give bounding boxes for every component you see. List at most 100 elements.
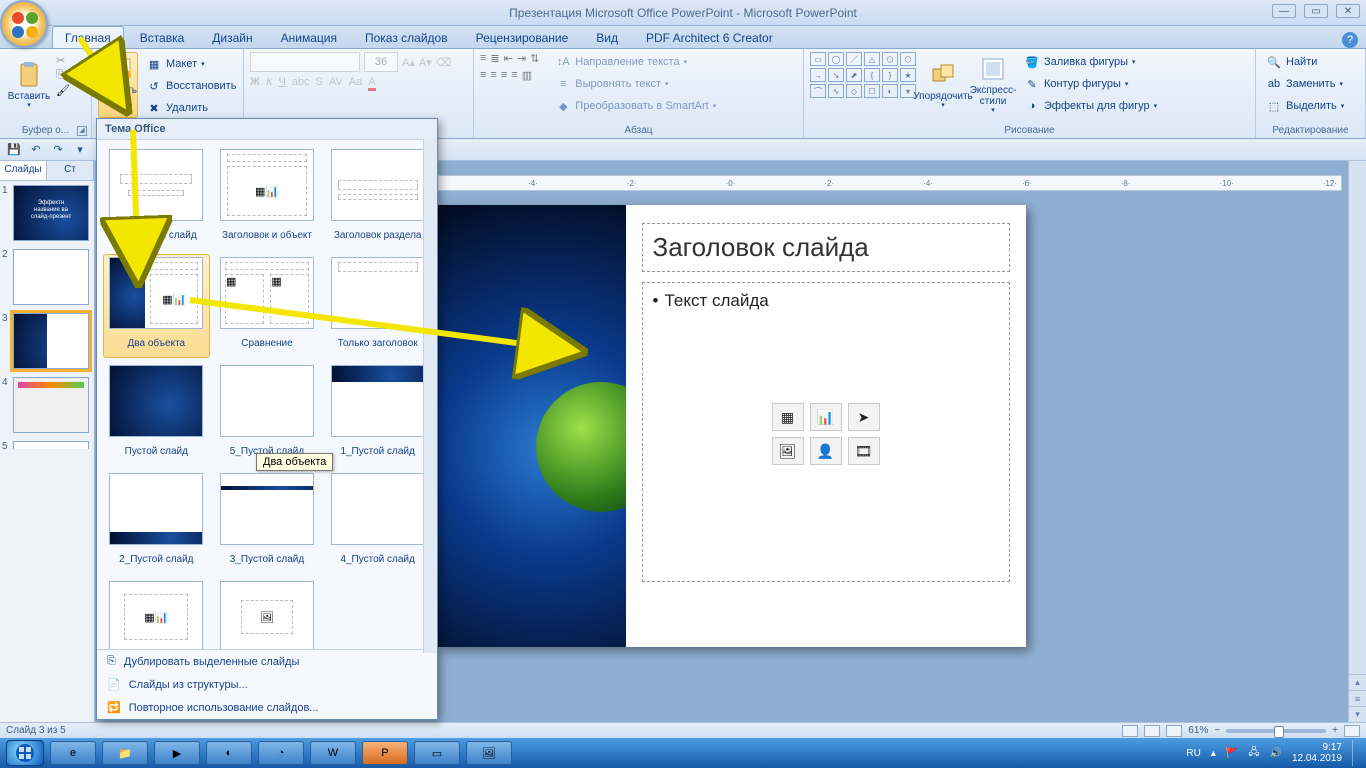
taskbar-chrome[interactable]: ◐: [206, 741, 252, 765]
slide-thumbnail-1[interactable]: Эффектнназвание васлайд-презент: [13, 185, 89, 241]
taskbar-app2[interactable]: ▭: [414, 741, 460, 765]
paste-button[interactable]: Вставить ▾: [6, 52, 52, 118]
slide-nav-button[interactable]: ≡: [1349, 690, 1366, 706]
duplicate-slides-item[interactable]: ⎘Дублировать выделенные слайды: [97, 650, 437, 673]
insert-clipart-icon[interactable]: 👤: [810, 437, 842, 465]
slide-thumbnail-4[interactable]: [13, 377, 89, 433]
tray-volume-icon[interactable]: 🔊: [1269, 748, 1281, 759]
insert-media-icon[interactable]: 🎞: [848, 437, 880, 465]
insert-table-icon[interactable]: ▦: [772, 403, 804, 431]
taskbar-ie[interactable]: e: [50, 741, 96, 765]
arrange-button[interactable]: Упорядочить▾: [920, 52, 966, 118]
tray-network-icon[interactable]: 🖧: [1248, 745, 1259, 762]
start-button[interactable]: [6, 740, 44, 766]
maximize-button[interactable]: ▭: [1304, 4, 1328, 18]
slide-canvas[interactable]: Заголовок слайда Текст слайда ▦ 📊 ➤ 🖼 👤 …: [436, 205, 1026, 647]
tab-slideshow[interactable]: Показ слайдов: [353, 27, 460, 48]
tray-flag-icon[interactable]: 🚩: [1226, 748, 1238, 759]
insert-smartart-icon[interactable]: ➤: [848, 403, 880, 431]
layout-2-blank[interactable]: 2_Пустой слайд: [103, 470, 210, 574]
slide-thumbnail-3[interactable]: [13, 313, 89, 369]
layout-extra-2[interactable]: 🖼: [214, 578, 321, 649]
change-case-button[interactable]: Aa: [349, 76, 362, 91]
convert-smartart-button[interactable]: ◆Преобразовать в SmartArt ▾: [551, 96, 720, 116]
bold-button[interactable]: Ж: [250, 76, 260, 91]
strike-button[interactable]: abc: [292, 76, 310, 91]
tab-design[interactable]: Дизайн: [200, 27, 264, 48]
panel-tab-slides[interactable]: Слайды: [0, 161, 47, 180]
layout-1-blank[interactable]: 1_Пустой слайд: [324, 362, 431, 466]
lang-indicator[interactable]: RU: [1186, 748, 1200, 759]
gallery-scrollbar[interactable]: [423, 139, 437, 653]
font-size-combo[interactable]: 36: [364, 52, 398, 72]
layout-title-only[interactable]: Только заголовок: [324, 254, 431, 358]
layout-5-blank[interactable]: 5_Пустой слайд: [214, 362, 321, 466]
slide-thumbnail-5[interactable]: [13, 441, 89, 449]
redo-icon[interactable]: ↷: [50, 142, 66, 158]
select-button[interactable]: ⬚Выделить ▾: [1262, 96, 1348, 116]
layout-extra-1[interactable]: ▦📊: [103, 578, 210, 649]
shapes-gallery[interactable]: ▭◯／△⬠⬡ →↘⬈{}★ ⌒∿◇☐◐▾: [810, 52, 916, 98]
find-button[interactable]: 🔍Найти: [1262, 52, 1321, 72]
insert-picture-icon[interactable]: 🖼: [772, 437, 804, 465]
tab-view[interactable]: Вид: [584, 27, 630, 48]
tab-review[interactable]: Рецензирование: [464, 27, 581, 48]
layout-section-header[interactable]: Заголовок раздела: [324, 146, 431, 250]
shadow-button[interactable]: S: [316, 76, 323, 91]
align-center-button[interactable]: ≡: [490, 69, 496, 82]
prev-slide-button[interactable]: ▴: [1349, 674, 1366, 690]
normal-view-button[interactable]: [1122, 725, 1138, 737]
help-icon[interactable]: ?: [1342, 32, 1358, 48]
reset-button[interactable]: ↺Восстановить: [142, 76, 240, 96]
close-button[interactable]: ✕: [1336, 4, 1360, 18]
slide-title-placeholder[interactable]: Заголовок слайда: [642, 223, 1010, 272]
italic-button[interactable]: К: [266, 76, 272, 91]
font-family-combo[interactable]: [250, 52, 360, 72]
indent-dec-button[interactable]: ⇤: [504, 52, 513, 65]
zoom-in-button[interactable]: +: [1332, 725, 1338, 736]
new-slide-button[interactable]: ✦ Создать слайд ▾: [98, 52, 138, 118]
replace-button[interactable]: abЗаменить ▾: [1262, 74, 1347, 94]
qat-customize-icon[interactable]: ▾: [72, 142, 88, 158]
show-desktop-button[interactable]: [1352, 740, 1360, 766]
shape-outline-button[interactable]: ✎Контур фигуры ▾: [1020, 74, 1161, 94]
taskbar-app1[interactable]: ◔: [258, 741, 304, 765]
taskbar-powerpoint[interactable]: P: [362, 741, 408, 765]
layout-title-content[interactable]: ▦📊Заголовок и объект: [214, 146, 321, 250]
office-button[interactable]: [0, 0, 48, 48]
slide-picture-placeholder[interactable]: [436, 205, 626, 647]
format-painter-icon[interactable]: 🖌: [56, 84, 70, 97]
undo-icon[interactable]: ↶: [28, 142, 44, 158]
text-direction-button[interactable]: ↕AНаправление текста ▾: [551, 52, 720, 72]
zoom-slider[interactable]: [1226, 729, 1326, 733]
next-slide-button[interactable]: ▾: [1349, 706, 1366, 722]
layout-3-blank[interactable]: 3_Пустой слайд: [214, 470, 321, 574]
slideshow-view-button[interactable]: [1166, 725, 1182, 737]
clock[interactable]: 9:1712.04.2019: [1292, 742, 1342, 764]
tab-pdf[interactable]: PDF Architect 6 Creator: [634, 27, 785, 48]
clipboard-launcher[interactable]: ◢: [77, 126, 87, 136]
taskbar-media[interactable]: ▶: [154, 741, 200, 765]
layout-4-blank[interactable]: 4_Пустой слайд: [324, 470, 431, 574]
zoom-out-button[interactable]: −: [1214, 725, 1220, 736]
shrink-font-icon[interactable]: A▾: [419, 56, 432, 69]
save-icon[interactable]: 💾: [6, 142, 22, 158]
align-left-button[interactable]: ≡: [480, 69, 486, 82]
cut-icon[interactable]: ✂: [56, 54, 70, 67]
grow-font-icon[interactable]: A▴: [402, 56, 415, 69]
slides-from-outline-item[interactable]: 📄Слайды из структуры...: [97, 673, 437, 696]
layout-title-slide[interactable]: Титульный слайд: [103, 146, 210, 250]
delete-slide-button[interactable]: ✖Удалить: [142, 98, 240, 118]
char-spacing-button[interactable]: AV: [329, 76, 343, 91]
layout-button[interactable]: ▦Макет ▾: [142, 54, 240, 74]
reuse-slides-item[interactable]: 🔁Повторное использование слайдов...: [97, 696, 437, 719]
font-color-button[interactable]: A: [368, 76, 375, 91]
numbering-button[interactable]: ≣: [490, 52, 499, 65]
tab-home[interactable]: Главная: [52, 26, 124, 48]
insert-chart-icon[interactable]: 📊: [810, 403, 842, 431]
fit-window-button[interactable]: [1344, 725, 1360, 737]
layout-blank[interactable]: Пустой слайд: [103, 362, 210, 466]
minimize-button[interactable]: —: [1272, 4, 1296, 18]
layout-comparison[interactable]: ▦▦Сравнение: [214, 254, 321, 358]
justify-button[interactable]: ≡: [511, 69, 517, 82]
